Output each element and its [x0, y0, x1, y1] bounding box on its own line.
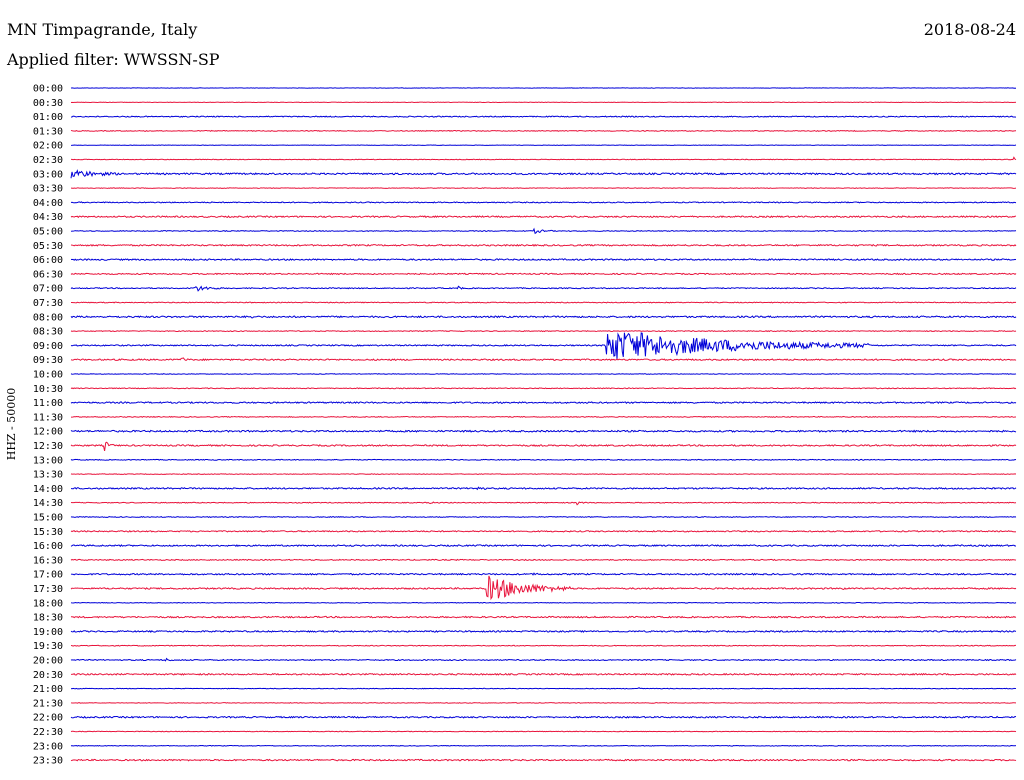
trace-line [70, 129, 1017, 132]
trace-line [70, 657, 1017, 662]
row-time-label: 09:30 [33, 355, 63, 366]
row-time-label: 03:00 [33, 169, 63, 180]
row-time-label: 15:00 [33, 513, 63, 524]
trace-line [70, 615, 1017, 619]
row-time-label: 05:30 [33, 241, 63, 252]
trace-line [70, 332, 1017, 360]
trace-line [70, 215, 1017, 219]
row-time-label: 20:00 [33, 656, 63, 667]
trace-line [70, 572, 1017, 576]
row-time-label: 21:30 [33, 698, 63, 709]
trace-line [70, 601, 1017, 604]
row-time-label: 09:00 [33, 341, 63, 352]
row-time-label: 01:00 [33, 112, 63, 123]
trace-line [70, 501, 1017, 506]
row-time-label: 12:00 [33, 427, 63, 438]
row-time-label: 06:00 [33, 255, 63, 266]
trace-line [70, 629, 1017, 633]
trace-line [70, 429, 1017, 433]
trace-line [70, 201, 1017, 204]
row-time-label: 16:30 [33, 555, 63, 566]
trace-line [70, 227, 1017, 235]
row-time-label: 23:30 [33, 756, 63, 767]
trace-line [70, 156, 1017, 161]
trace-line [70, 441, 1017, 452]
row-time-label: 23:00 [33, 741, 63, 752]
row-time-label: 11:00 [33, 398, 63, 409]
row-time-label: 02:00 [33, 141, 63, 152]
row-time-label: 19:30 [33, 641, 63, 652]
trace-line [70, 687, 1017, 690]
row-time-label: 03:30 [33, 184, 63, 195]
row-time-label: 21:00 [33, 684, 63, 695]
row-time-label: 20:30 [33, 670, 63, 681]
trace-line [70, 357, 1017, 362]
row-time-label: 10:30 [33, 384, 63, 395]
row-time-label: 08:30 [33, 327, 63, 338]
row-time-label: 13:00 [33, 455, 63, 466]
row-time-label: 17:30 [33, 584, 63, 595]
row-time-label: 07:00 [33, 284, 63, 295]
trace-line [70, 486, 1017, 491]
trace-line [70, 730, 1017, 733]
row-time-label: 17:00 [33, 570, 63, 581]
row-time-label: 18:30 [33, 613, 63, 624]
trace-line [70, 373, 1017, 375]
trace-line [70, 387, 1017, 390]
row-time-label: 16:00 [33, 541, 63, 552]
trace-line [70, 758, 1017, 762]
row-time-label: 10:00 [33, 370, 63, 381]
trace-line [70, 301, 1017, 304]
trace-line [70, 458, 1017, 461]
trace-line [70, 575, 1017, 601]
row-time-label: 00:00 [33, 84, 63, 95]
trace-line [70, 169, 1017, 179]
row-time-label: 07:30 [33, 298, 63, 309]
row-time-label: 02:30 [33, 155, 63, 166]
row-time-label: 22:00 [33, 713, 63, 724]
trace-line [70, 285, 1017, 292]
trace-line [70, 258, 1017, 262]
row-time-label: 22:30 [33, 727, 63, 738]
trace-line [70, 744, 1017, 747]
trace-line [70, 401, 1017, 405]
trace-line [70, 415, 1017, 418]
row-time-label: 14:00 [33, 484, 63, 495]
trace-line [70, 330, 1017, 333]
row-time-label: 08:00 [33, 312, 63, 323]
row-time-label: 04:00 [33, 198, 63, 209]
row-time-label: 15:30 [33, 527, 63, 538]
trace-line [70, 187, 1017, 189]
trace-line [70, 516, 1017, 518]
trace-line [70, 558, 1017, 562]
row-time-label: 19:00 [33, 627, 63, 638]
seismogram-chart: 00:00 00:30 01:00 01:30 02:00 02:30 03:00 03:30… [33, 84, 1017, 767]
row-time-label: 11:30 [33, 412, 63, 423]
row-time-label: 01:30 [33, 126, 63, 137]
row-time-label: 00:30 [33, 98, 63, 109]
trace-line [70, 272, 1017, 276]
row-time-label: 14:30 [33, 498, 63, 509]
trace-line [70, 672, 1017, 676]
row-time-label: 06:30 [33, 269, 63, 280]
trace-line [70, 315, 1017, 319]
trace-line [70, 702, 1017, 704]
trace-line [70, 115, 1017, 118]
row-time-label: 18:00 [33, 598, 63, 609]
row-time-label: 05:00 [33, 227, 63, 238]
trace-line [70, 544, 1017, 548]
trace-line [70, 715, 1017, 719]
trace-line [70, 529, 1017, 533]
row-time-label: 12:30 [33, 441, 63, 452]
row-time-label: 04:30 [33, 212, 63, 223]
trace-line [70, 243, 1017, 247]
trace-line [70, 473, 1017, 475]
row-time-label: 13:30 [33, 470, 63, 481]
trace-line [70, 644, 1017, 647]
